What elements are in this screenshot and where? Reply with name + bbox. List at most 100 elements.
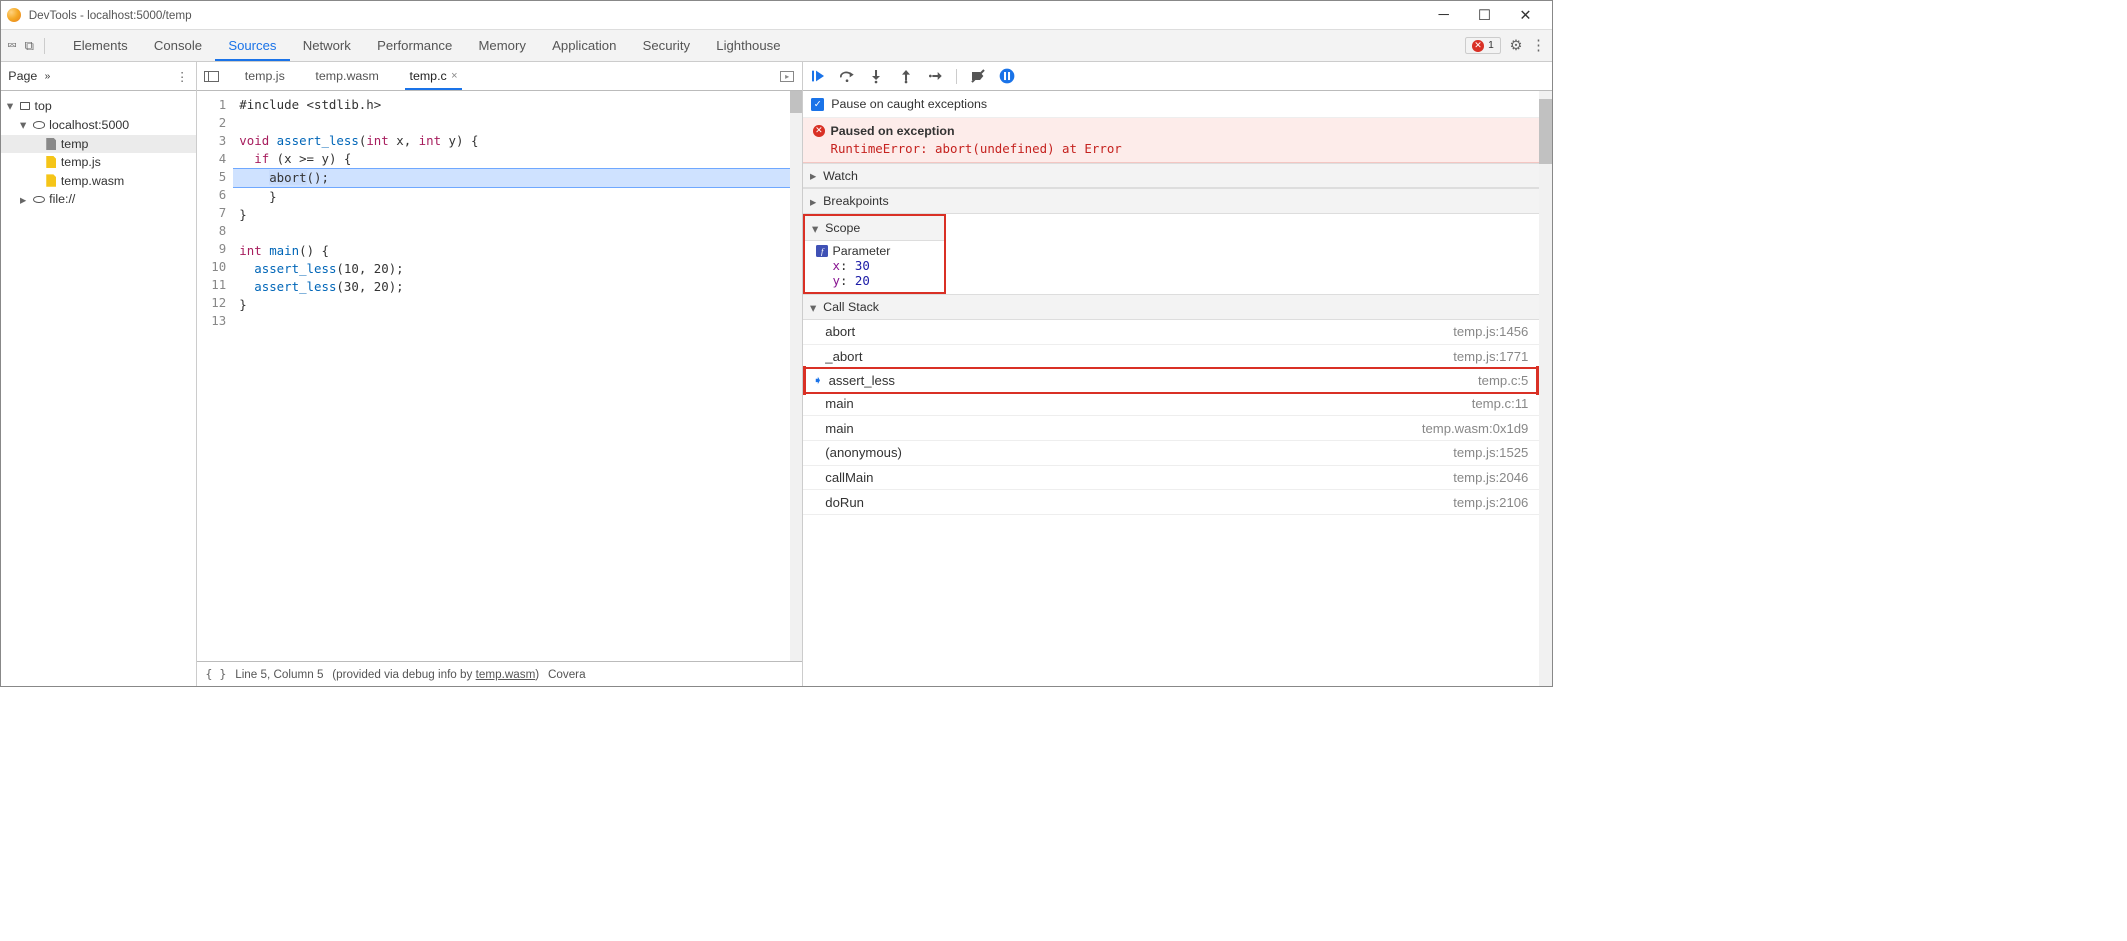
tab-network[interactable]: Network <box>290 31 364 61</box>
scrollbar-thumb[interactable] <box>790 91 802 113</box>
error-icon: ✕ <box>1472 40 1484 52</box>
callstack-frame[interactable]: ➧assert_lesstemp.c:5 <box>803 367 1539 395</box>
frame-location: temp.js:1456 <box>1453 324 1528 339</box>
inspect-element-icon[interactable]: ⮹ <box>7 38 18 54</box>
code-body[interactable]: #include <stdlib.h> void assert_less(int… <box>233 91 801 661</box>
tree-host[interactable]: localhost:5000 <box>1 115 196 134</box>
devtools-app-icon <box>7 8 22 23</box>
coverage-truncated: Covera <box>548 668 586 681</box>
window-title: DevTools - localhost:5000/temp <box>29 9 192 22</box>
debug-info-link[interactable]: temp.wasm <box>476 668 536 681</box>
callstack-frame[interactable]: maintemp.wasm:0x1d9 <box>803 416 1539 441</box>
window-minimize[interactable]: ─ <box>1423 3 1464 26</box>
navigator-more-tabs[interactable]: » <box>45 71 51 82</box>
tab-elements[interactable]: Elements <box>60 31 141 61</box>
frame-location: temp.js:2106 <box>1453 495 1528 510</box>
step-icon[interactable] <box>927 68 943 84</box>
file-tab[interactable]: temp.js <box>240 63 289 90</box>
window-maximize[interactable]: ☐ <box>1464 3 1505 26</box>
file-tab[interactable]: temp.wasm <box>311 63 383 90</box>
debugger-toolbar <box>803 62 1552 91</box>
tab-memory[interactable]: Memory <box>465 31 539 61</box>
devtools-tabbar: ⮹ ⧉ ElementsConsoleSourcesNetworkPerform… <box>1 30 1552 62</box>
pause-on-caught-row[interactable]: ✓ Pause on caught exceptions <box>803 91 1539 118</box>
error-count-badge[interactable]: ✕ 1 <box>1465 37 1500 54</box>
current-frame-icon <box>813 496 820 509</box>
navigator-menu-icon[interactable]: ⋮ <box>176 69 188 84</box>
pause-on-caught-checkbox[interactable]: ✓ <box>811 98 823 110</box>
pretty-print-icon[interactable]: { } <box>205 667 226 681</box>
document-icon <box>46 138 56 150</box>
current-frame-icon <box>813 325 820 338</box>
callstack-frame[interactable]: callMaintemp.js:2046 <box>803 466 1539 491</box>
devtools-window: DevTools - localhost:5000/temp ─ ☐ ✕ ⮹ ⧉… <box>0 0 1553 687</box>
current-frame-icon <box>813 397 820 410</box>
exception-message: RuntimeError: abort(undefined) at Error <box>830 141 1522 156</box>
tree-file-scheme[interactable]: file:// <box>1 190 196 209</box>
scrollbar-thumb[interactable] <box>1539 99 1552 165</box>
tree-file[interactable]: temp <box>1 135 196 153</box>
frame-location: temp.c:5 <box>1478 373 1528 388</box>
current-frame-icon <box>813 422 820 435</box>
script-icon <box>46 174 56 186</box>
cursor-position: Line 5, Column 5 <box>235 668 323 681</box>
more-menu-icon[interactable]: ⋮ <box>1531 37 1546 54</box>
debug-info-source: (provided via debug info by temp.wasm) <box>332 668 539 681</box>
breakpoints-section[interactable]: Breakpoints <box>803 188 1539 214</box>
step-out-icon[interactable] <box>898 68 914 84</box>
callstack-section[interactable]: Call Stack <box>803 294 1539 320</box>
scope-variable[interactable]: y: 20 <box>812 273 936 288</box>
callstack-frame[interactable]: aborttemp.js:1456 <box>803 320 1539 345</box>
tab-application[interactable]: Application <box>539 31 629 61</box>
frame-location: temp.js:2046 <box>1453 470 1528 485</box>
error-count: 1 <box>1488 40 1494 51</box>
frame-location: temp.wasm:0x1d9 <box>1422 421 1529 436</box>
watch-section[interactable]: Watch <box>803 163 1539 189</box>
frame-location: temp.c:11 <box>1472 396 1529 411</box>
settings-gear-icon[interactable]: ⚙ <box>1509 37 1522 54</box>
function-badge-icon: f <box>816 245 828 257</box>
callstack-frame[interactable]: doRuntemp.js:2106 <box>803 490 1539 515</box>
window-close[interactable]: ✕ <box>1505 3 1546 26</box>
tree-file[interactable]: temp.js <box>1 153 196 171</box>
tree-file[interactable]: temp.wasm <box>1 171 196 189</box>
tree-top-frame[interactable]: top <box>1 96 196 115</box>
exception-title: Paused on exception <box>830 124 954 138</box>
cloud-icon <box>33 121 45 128</box>
exception-info: ✕ Paused on exception RuntimeError: abort… <box>803 118 1539 163</box>
step-over-icon[interactable] <box>839 68 855 84</box>
editor-panel: temp.js temp.wasm temp.c× ▸ 12345678910111… <box>197 62 803 686</box>
frame-icon <box>20 102 30 110</box>
scope-highlight-box: Scope f Parameter x: 30y: 20 <box>803 214 946 294</box>
toggle-navigator-icon[interactable] <box>204 71 219 83</box>
navigator-header: Page » ⋮ <box>1 62 196 91</box>
tab-performance[interactable]: Performance <box>364 31 465 61</box>
pause-on-exceptions-icon[interactable] <box>999 68 1015 84</box>
tab-sources[interactable]: Sources <box>215 31 289 61</box>
tab-security[interactable]: Security <box>630 31 704 61</box>
scope-variable[interactable]: x: 30 <box>812 258 936 273</box>
code-editor[interactable]: 12345678910111213 #include <stdlib.h> vo… <box>197 91 802 661</box>
deactivate-breakpoints-icon[interactable] <box>970 68 986 84</box>
script-icon <box>46 156 56 168</box>
exception-error-icon: ✕ <box>813 125 825 137</box>
tab-lighthouse[interactable]: Lighthouse <box>703 31 793 61</box>
scope-category-row[interactable]: f Parameter <box>812 244 936 258</box>
run-snippet-icon[interactable]: ▸ <box>780 71 795 83</box>
callstack-frame[interactable]: maintemp.c:11 <box>803 391 1539 416</box>
resume-icon[interactable] <box>810 68 826 84</box>
current-frame-icon <box>813 446 820 459</box>
step-into-icon[interactable] <box>868 68 884 84</box>
navigator-mode[interactable]: Page <box>8 69 37 83</box>
file-tab[interactable]: temp.c× <box>405 63 462 90</box>
close-tab-icon[interactable]: × <box>451 70 457 82</box>
debugger-panel: ✓ Pause on caught exceptions ✕ Paused on … <box>803 62 1552 686</box>
scope-content: f Parameter x: 30y: 20 <box>805 241 944 292</box>
editor-scrollbar[interactable] <box>790 91 802 661</box>
device-mode-icon[interactable]: ⧉ <box>25 38 34 54</box>
debugger-scrollbar[interactable] <box>1539 91 1552 685</box>
callstack-frame[interactable]: (anonymous)temp.js:1525 <box>803 441 1539 466</box>
toolbar-separator <box>956 69 957 84</box>
scope-section[interactable]: Scope <box>805 216 944 241</box>
tab-console[interactable]: Console <box>141 31 215 61</box>
